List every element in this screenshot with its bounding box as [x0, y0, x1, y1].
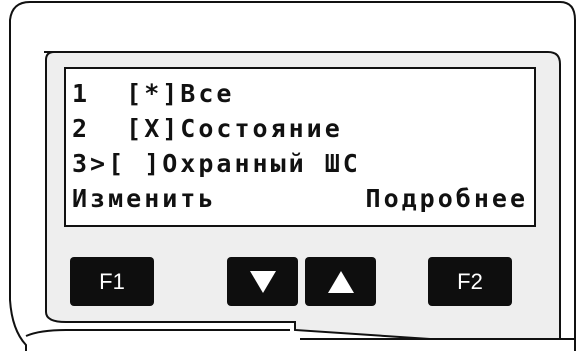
up-button[interactable] — [305, 257, 376, 306]
menu-line-3-selected: 3>[ ]Охранный ШС — [72, 149, 361, 178]
f1-button-label: F1 — [99, 268, 125, 294]
softkey-left-label: Изменить — [72, 184, 217, 213]
device-panel: 1 [*]Все 2 [X]Состояние 3>[ ]Охранный ШС… — [0, 0, 583, 351]
down-button[interactable] — [227, 257, 298, 306]
f2-button-label: F2 — [457, 268, 483, 294]
menu-line-1: 1 [*]Все — [72, 79, 235, 108]
softkey-right-label: Подробнее — [365, 184, 528, 213]
f2-button[interactable]: F2 — [428, 257, 512, 306]
menu-line-2: 2 [X]Состояние — [72, 114, 343, 143]
lcd-screen: 1 [*]Все 2 [X]Состояние 3>[ ]Охранный ШС… — [64, 67, 536, 227]
softkey-labels: Изменить Подробнее — [72, 184, 528, 214]
f1-button[interactable]: F1 — [70, 257, 154, 306]
triangle-down-icon — [249, 270, 276, 293]
triangle-up-icon — [327, 270, 354, 293]
